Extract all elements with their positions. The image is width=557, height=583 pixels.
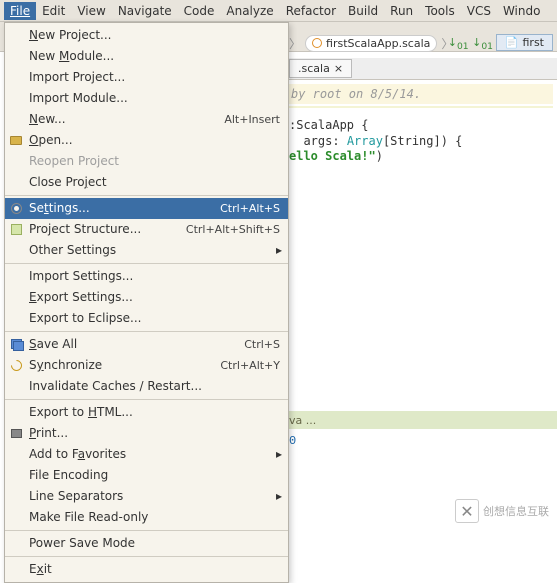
menu-save-all[interactable]: Save AllCtrl+S bbox=[5, 334, 288, 355]
menu-project-structure[interactable]: Project Structure...Ctrl+Alt+Shift+S bbox=[5, 219, 288, 240]
menu-add-to-favorites[interactable]: Add to Favorites▸ bbox=[5, 444, 288, 465]
menu-file-encoding[interactable]: File Encoding bbox=[5, 465, 288, 486]
menu-import-project[interactable]: Import Project... bbox=[5, 67, 288, 88]
menu-exit[interactable]: Exit bbox=[5, 559, 288, 580]
menu-settings[interactable]: Settings...Ctrl+Alt+S bbox=[5, 198, 288, 219]
menu-open[interactable]: Open... bbox=[5, 130, 288, 151]
menu-power-save[interactable]: Power Save Mode bbox=[5, 533, 288, 554]
menu-separator bbox=[5, 195, 288, 196]
menu-invalidate-caches[interactable]: Invalidate Caches / Restart... bbox=[5, 376, 288, 397]
structure-icon bbox=[9, 223, 23, 237]
menu-separator bbox=[5, 331, 288, 332]
breadcrumb-file[interactable]: firstScalaApp.scala bbox=[305, 35, 437, 52]
menu-separator bbox=[5, 399, 288, 400]
menu-separator bbox=[5, 263, 288, 264]
watermark-logo-icon: ✕ bbox=[455, 499, 479, 523]
run-output-header-label: va ... bbox=[289, 414, 316, 427]
sync-icon bbox=[9, 359, 23, 373]
menu-new[interactable]: New...Alt+Insert bbox=[5, 109, 288, 130]
folder-icon bbox=[9, 134, 23, 148]
console-output[interactable]: 0 bbox=[285, 430, 557, 490]
menu-line-separators[interactable]: Line Separators▸ bbox=[5, 486, 288, 507]
menu-view[interactable]: View bbox=[71, 2, 111, 20]
editor-tab[interactable]: .scala × bbox=[289, 59, 352, 78]
menu-code[interactable]: Code bbox=[178, 2, 221, 20]
menu-reopen-project: Reopen Project bbox=[5, 151, 288, 172]
menu-import-settings[interactable]: Import Settings... bbox=[5, 266, 288, 287]
printer-icon bbox=[9, 427, 23, 441]
menu-new-project[interactable]: New Project... bbox=[5, 25, 288, 46]
close-icon[interactable]: × bbox=[334, 62, 343, 75]
menu-print[interactable]: Print... bbox=[5, 423, 288, 444]
file-menu-dropdown: New Project... New Module... Import Proj… bbox=[4, 22, 289, 583]
file-icon: 📄 bbox=[505, 36, 519, 49]
menu-run[interactable]: Run bbox=[384, 2, 419, 20]
editor-comment-banner: by root on 8/5/14. bbox=[289, 84, 553, 104]
menu-new-module[interactable]: New Module... bbox=[5, 46, 288, 67]
watermark-text: 创想信息互联 bbox=[483, 503, 549, 519]
submenu-arrow-icon: ▸ bbox=[276, 446, 282, 463]
navigator-tab[interactable]: 📄 first bbox=[496, 34, 553, 51]
menu-separator bbox=[5, 556, 288, 557]
gear-icon bbox=[9, 202, 23, 216]
download-indicator-icon[interactable]: ↓01 ↓01 bbox=[448, 36, 493, 52]
menu-vcs[interactable]: VCS bbox=[461, 2, 497, 20]
menu-synchronize[interactable]: SynchronizeCtrl+Alt+Y bbox=[5, 355, 288, 376]
menu-export-eclipse[interactable]: Export to Eclipse... bbox=[5, 308, 288, 329]
menubar: File Edit View Navigate Code Analyze Ref… bbox=[0, 0, 557, 22]
menu-window[interactable]: Windo bbox=[497, 2, 547, 20]
scala-icon bbox=[312, 38, 322, 48]
submenu-arrow-icon: ▸ bbox=[276, 488, 282, 505]
watermark: ✕ 创想信息互联 bbox=[455, 499, 549, 523]
run-output-header[interactable]: va ... bbox=[285, 411, 557, 429]
menu-export-html[interactable]: Export to HTML... bbox=[5, 402, 288, 423]
navigator-tab-label: first bbox=[523, 36, 545, 49]
menu-make-readonly[interactable]: Make File Read-only bbox=[5, 507, 288, 528]
menu-refactor[interactable]: Refactor bbox=[280, 2, 342, 20]
menu-tools[interactable]: Tools bbox=[419, 2, 461, 20]
console-line: 0 bbox=[289, 434, 553, 448]
menu-import-module[interactable]: Import Module... bbox=[5, 88, 288, 109]
submenu-arrow-icon: ▸ bbox=[276, 242, 282, 259]
menu-navigate[interactable]: Navigate bbox=[112, 2, 178, 20]
editor-tabs: .scala × bbox=[285, 58, 557, 80]
menu-build[interactable]: Build bbox=[342, 2, 384, 20]
menu-separator bbox=[5, 530, 288, 531]
menu-export-settings[interactable]: Export Settings... bbox=[5, 287, 288, 308]
menu-analyze[interactable]: Analyze bbox=[220, 2, 279, 20]
menu-file[interactable]: File bbox=[4, 2, 36, 20]
save-all-icon bbox=[9, 338, 23, 352]
menu-close-project[interactable]: Close Project bbox=[5, 172, 288, 193]
editor-tab-label: .scala bbox=[298, 62, 330, 75]
breadcrumb-file-label: firstScalaApp.scala bbox=[326, 37, 430, 50]
menu-edit[interactable]: Edit bbox=[36, 2, 71, 20]
menu-other-settings[interactable]: Other Settings▸ bbox=[5, 240, 288, 261]
